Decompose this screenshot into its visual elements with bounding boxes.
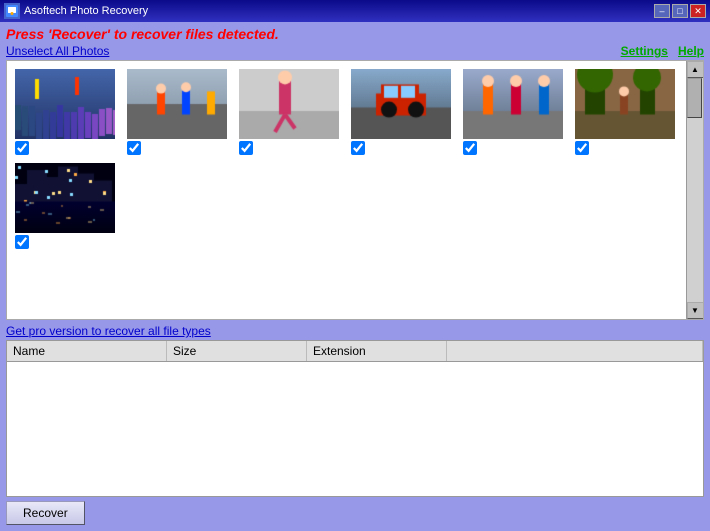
scroll-thumb[interactable] (687, 78, 702, 118)
list-item (573, 67, 681, 157)
unselect-all-link[interactable]: Unselect All Photos (6, 44, 109, 58)
close-button[interactable]: ✕ (690, 4, 706, 18)
photo-thumb-5 (463, 69, 563, 139)
list-item (13, 161, 121, 251)
pro-version-link[interactable]: Get pro version to recover all file type… (6, 324, 704, 338)
recover-button[interactable]: Recover (6, 501, 85, 525)
photo-grid (11, 65, 682, 253)
app-icon (4, 3, 20, 19)
photo-thumb-7 (15, 163, 115, 233)
photo-checkbox-7[interactable] (15, 235, 29, 249)
list-item (125, 67, 233, 157)
title-bar: Asoftech Photo Recovery – □ ✕ (0, 0, 710, 22)
column-extension: Extension (307, 341, 447, 361)
list-item (461, 67, 569, 157)
maximize-button[interactable]: □ (672, 4, 688, 18)
top-links: Settings Help (621, 44, 704, 58)
window-title: Asoftech Photo Recovery (24, 5, 654, 17)
main-content: Press 'Recover' to recover files detecte… (0, 22, 710, 531)
photo-thumb-3 (239, 69, 339, 139)
photo-checkbox-4[interactable] (351, 141, 365, 155)
photo-checkbox-1[interactable] (15, 141, 29, 155)
photo-thumb-1 (15, 69, 115, 139)
top-row: Unselect All Photos Settings Help (6, 44, 704, 58)
file-table-body (7, 362, 703, 496)
help-link[interactable]: Help (678, 44, 704, 58)
photo-panel: ▲ ▼ (6, 60, 704, 320)
settings-link[interactable]: Settings (621, 44, 668, 58)
scroll-up-button[interactable]: ▲ (687, 61, 704, 78)
header-message: Press 'Recover' to recover files detecte… (6, 26, 704, 42)
photo-thumb-4 (351, 69, 451, 139)
list-item (349, 67, 457, 157)
photo-checkbox-2[interactable] (127, 141, 141, 155)
photo-thumb-6 (575, 69, 675, 139)
scroll-track (687, 78, 703, 302)
photo-grid-container[interactable] (7, 61, 686, 319)
photo-thumb-2 (127, 69, 227, 139)
list-item (237, 67, 345, 157)
file-table: Name Size Extension (6, 340, 704, 497)
column-size: Size (167, 341, 307, 361)
column-rest (447, 341, 703, 361)
file-table-header: Name Size Extension (7, 341, 703, 362)
photo-scrollbar: ▲ ▼ (686, 61, 703, 319)
window-controls: – □ ✕ (654, 4, 706, 18)
photo-checkbox-5[interactable] (463, 141, 477, 155)
scroll-down-button[interactable]: ▼ (687, 302, 704, 319)
list-item (13, 67, 121, 157)
photo-checkbox-3[interactable] (239, 141, 253, 155)
minimize-button[interactable]: – (654, 4, 670, 18)
photo-checkbox-6[interactable] (575, 141, 589, 155)
column-name: Name (7, 341, 167, 361)
